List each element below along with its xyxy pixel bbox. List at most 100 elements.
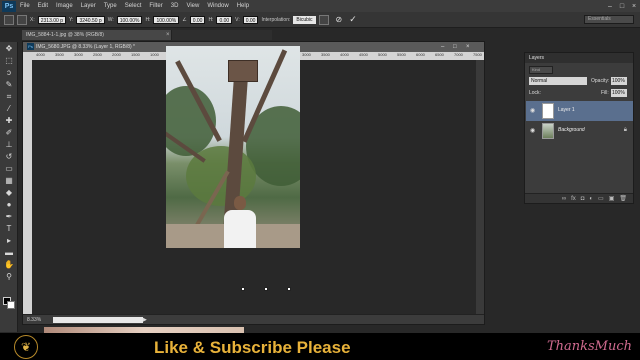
healing-tool-icon[interactable]: ✚ [3, 116, 15, 126]
photo-layer[interactable] [166, 46, 300, 248]
background-color-swatch[interactable] [7, 301, 15, 309]
transform-tool-icon[interactable] [4, 14, 14, 25]
link-layers-icon[interactable]: ∞ [562, 196, 566, 202]
commit-transform-icon[interactable]: ✓ [349, 14, 357, 25]
eraser-tool-icon[interactable]: ▭ [3, 164, 15, 174]
layer-thumbnail [542, 123, 554, 139]
blur-tool-icon[interactable]: ◆ [3, 188, 15, 198]
vertical-ruler[interactable] [23, 52, 32, 314]
layers-panel-title[interactable]: Layers [525, 53, 633, 63]
transform-handle-bottom-right[interactable] [287, 287, 291, 291]
fill-field[interactable]: 100% [611, 89, 627, 97]
person-head [234, 196, 246, 210]
zoom-level[interactable]: 8.33% [27, 317, 41, 323]
doc-close-icon[interactable]: × [466, 42, 470, 52]
w-field[interactable]: 100.00% [116, 15, 143, 24]
gradient-tool-icon[interactable]: ▦ [3, 176, 15, 186]
banner-text: Like & Subscribe Please [154, 338, 351, 357]
maximize-icon[interactable]: □ [616, 3, 628, 10]
doc-maximize-icon[interactable]: □ [453, 42, 457, 52]
menu-file[interactable]: File [16, 3, 34, 9]
tab-img-5884[interactable]: IMG_5884-1-1.jpg @ 38% (RGB/8) [22, 30, 172, 40]
reference-point-icon[interactable] [17, 14, 27, 25]
channel-logo: ❦ [14, 335, 38, 359]
opacity-field[interactable]: 100% [611, 77, 627, 85]
layer-row-background[interactable]: ◉ Background 🔒︎ [526, 121, 633, 141]
add-mask-icon[interactable]: ◘ [581, 196, 585, 202]
interpolation-select[interactable]: Bicubic [293, 15, 316, 24]
menu-window[interactable]: Window [203, 3, 232, 9]
menu-filter[interactable]: Filter [145, 3, 166, 9]
layer-name: Background [558, 127, 585, 133]
vertical-scrollbar[interactable] [476, 60, 484, 314]
blend-mode-select[interactable]: Normal [529, 77, 587, 85]
pen-tool-icon[interactable]: ✒ [3, 212, 15, 222]
history-brush-icon[interactable]: ↺ [3, 152, 15, 162]
menu-select[interactable]: Select [121, 3, 146, 9]
ruler-tick-label: 7000 [454, 52, 463, 57]
minimize-icon[interactable]: – [604, 3, 616, 10]
tab-close-icon[interactable]: × [166, 30, 170, 40]
status-menu-arrow-icon[interactable]: ▶ [143, 315, 147, 325]
layer-name: Layer 1 [558, 107, 575, 113]
close-icon[interactable]: × [628, 3, 640, 10]
interpolation-label: Interpolation: [261, 16, 291, 23]
move-tool-icon[interactable]: ✥ [3, 44, 15, 54]
lasso-tool-icon[interactable]: ↄ [3, 68, 15, 78]
w-label: W: [107, 16, 114, 23]
stamp-tool-icon[interactable]: ⊥ [3, 140, 15, 150]
quick-select-tool-icon[interactable]: ✎ [3, 80, 15, 90]
marquee-tool-icon[interactable]: ⬚ [3, 56, 15, 66]
visibility-eye-icon[interactable]: ◉ [530, 107, 535, 114]
layers-panel: Layers Kind Normal Opacity: 100% Lock: F… [524, 52, 634, 204]
document-title: IMG_5680.JPG @ 8.33% (Layer 1, RGB/8) * [36, 44, 136, 50]
x-field[interactable]: 2313.00 p [37, 15, 66, 24]
transform-handle-bottom-center[interactable] [264, 287, 268, 291]
warp-icon[interactable] [318, 14, 329, 25]
menu-image[interactable]: Image [52, 3, 77, 9]
menu-type[interactable]: Type [100, 3, 121, 9]
ruler-tick-label: 7500 [473, 52, 482, 57]
type-tool-icon[interactable]: T [3, 224, 15, 234]
ruler-tick-label: 5000 [378, 52, 387, 57]
shape-tool-icon[interactable]: ▬ [3, 248, 15, 258]
adjustment-layer-icon[interactable]: ◐ [589, 196, 593, 202]
workspace-select[interactable]: Essentials [584, 15, 634, 24]
hskew-field[interactable]: 0.00 [216, 15, 233, 24]
zoom-tool-icon[interactable]: ⚲ [3, 272, 15, 282]
ruler-tick-label: 2000 [112, 52, 121, 57]
hskew-label: H: [208, 16, 214, 23]
menu-edit[interactable]: Edit [34, 3, 52, 9]
visibility-eye-icon[interactable]: ◉ [530, 127, 535, 134]
status-bar: 8.33% ▶ [23, 314, 484, 324]
layer-style-icon[interactable]: fx [571, 196, 576, 202]
menu-layer[interactable]: Layer [77, 3, 100, 9]
vskew-label: V: [235, 16, 240, 23]
transform-handle-bottom-left[interactable] [241, 287, 245, 291]
h-field[interactable]: 100.00% [153, 15, 180, 24]
subscribe-banner: ❦ Like & Subscribe Please ThanksMuch [0, 333, 640, 360]
angle-field[interactable]: 0.00 [189, 15, 206, 24]
crop-tool-icon[interactable]: ⌗ [3, 92, 15, 102]
ruler-tick-label: 5500 [397, 52, 406, 57]
brush-tool-icon[interactable]: ✐ [3, 128, 15, 138]
layer-row-layer-1[interactable]: ◉ Layer 1 [526, 101, 633, 121]
new-group-icon[interactable]: ▭ [598, 195, 604, 202]
new-layer-icon[interactable]: ▣ [609, 195, 615, 202]
vskew-field[interactable]: 0.00 [242, 15, 259, 24]
layer-filter-kind[interactable]: Kind [529, 66, 553, 74]
menu-help[interactable]: Help [233, 3, 253, 9]
menu-3d[interactable]: 3D [167, 3, 183, 9]
delete-layer-icon[interactable]: 🗑︎ [619, 195, 627, 202]
ruler-tick-label: 2500 [93, 52, 102, 57]
eyedropper-tool-icon[interactable]: ⁄ [3, 104, 15, 114]
menu-view[interactable]: View [182, 3, 203, 9]
doc-minimize-icon[interactable]: – [441, 42, 444, 52]
path-select-icon[interactable]: ▸ [3, 236, 15, 246]
hand-tool-icon[interactable]: ✋ [3, 260, 15, 270]
y-field[interactable]: 3240.50 p [76, 15, 105, 24]
y-label: Y: [68, 16, 74, 23]
ruler-tick-label: 6000 [416, 52, 425, 57]
dodge-tool-icon[interactable]: ● [3, 200, 15, 210]
cancel-transform-icon[interactable]: ⊘ [336, 15, 343, 24]
